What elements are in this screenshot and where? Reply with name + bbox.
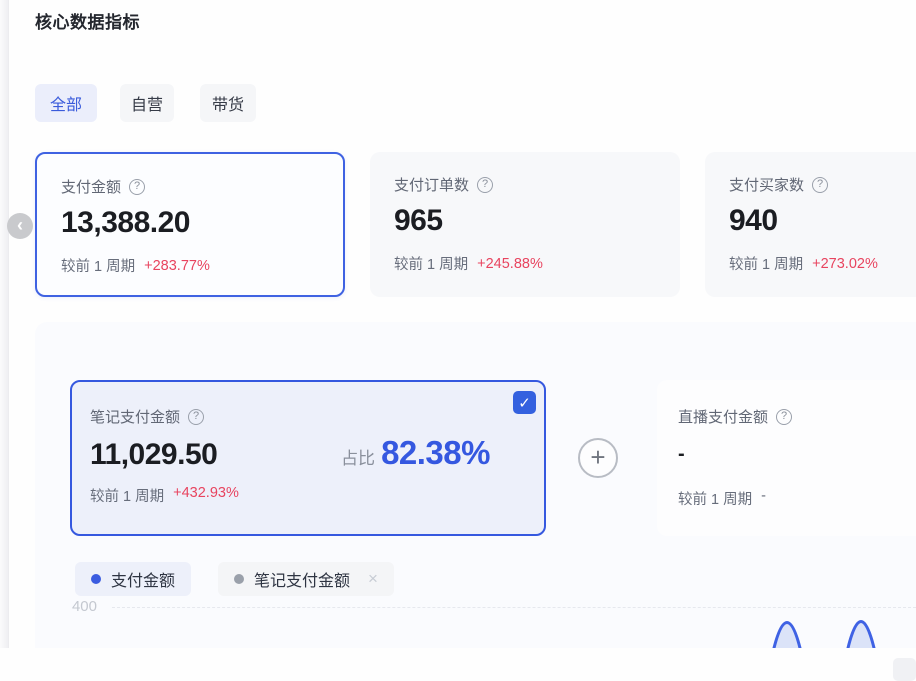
trend-line-chart: [740, 612, 916, 648]
legend-item-note-payment[interactable]: 笔记支付金额 ×: [218, 562, 394, 596]
compare-label: 较前 1 周期: [729, 253, 803, 274]
compare-label: 较前 1 周期: [394, 253, 468, 274]
subcard-note-payment[interactable]: ✓ 笔记支付金额 ? 11,029.50 占比 82.38% 较前 1 周期 +…: [70, 380, 546, 536]
help-icon[interactable]: ?: [776, 409, 792, 425]
compare-label: 较前 1 周期: [678, 488, 752, 509]
metric-card-order-count[interactable]: 支付订单数 ? 965 较前 1 周期 +245.88%: [370, 152, 680, 297]
share-group: 占比 82.38%: [341, 434, 524, 472]
help-icon[interactable]: ?: [129, 179, 145, 195]
legend-dot-icon: [234, 574, 244, 584]
metric-label: 支付买家数: [729, 174, 804, 195]
metric-label: 笔记支付金额: [90, 406, 180, 427]
legend-label: 支付金额: [111, 567, 175, 591]
share-value: 82.38%: [381, 434, 490, 472]
metric-value: 13,388.20: [61, 206, 319, 240]
compare-label: 较前 1 周期: [90, 485, 164, 506]
share-label: 占比: [341, 444, 375, 469]
core-metrics-dashboard: 核心数据指标 全部 自营 带货 支付金额 ? 13,388.20 较前 1 周期…: [0, 0, 916, 681]
chart-gridline: [112, 607, 916, 608]
chevron-left-icon: ‹: [17, 216, 23, 234]
legend-item-payment-amount[interactable]: 支付金额: [75, 562, 191, 596]
metric-label: 支付订单数: [394, 174, 469, 195]
metric-value: 965: [394, 204, 656, 238]
metric-label: 支付金额: [61, 176, 121, 197]
trend-panel: ✓ 笔记支付金额 ? 11,029.50 占比 82.38% 较前 1 周期 +…: [35, 322, 916, 648]
tab-goods[interactable]: 带货: [200, 84, 256, 122]
close-icon[interactable]: ×: [368, 569, 378, 589]
legend-label: 笔记支付金额: [254, 567, 350, 591]
add-metric-button[interactable]: +: [578, 438, 618, 478]
change-value: +432.93%: [173, 485, 239, 506]
change-value: +273.02%: [812, 256, 878, 272]
subcard-live-payment[interactable]: 直播支付金额 ? - 较前 1 周期 -: [657, 380, 916, 536]
change-value: -: [761, 488, 766, 509]
check-icon: ✓: [518, 394, 531, 412]
y-axis-tick: 400: [55, 598, 97, 615]
page-title: 核心数据指标: [35, 8, 140, 33]
help-icon[interactable]: ?: [477, 177, 493, 193]
tab-all[interactable]: 全部: [35, 84, 97, 122]
metric-card-payment-amount[interactable]: 支付金额 ? 13,388.20 较前 1 周期 +283.77%: [35, 152, 345, 297]
metric-card-buyer-count[interactable]: 支付买家数 ? 940 较前 1 周期 +273.02%: [705, 152, 916, 297]
tab-self-operated[interactable]: 自营: [120, 84, 174, 122]
checkbox-checked-icon[interactable]: ✓: [513, 391, 536, 414]
help-icon[interactable]: ?: [812, 177, 828, 193]
plus-icon: +: [590, 444, 605, 470]
scroll-left-button[interactable]: ‹: [7, 213, 33, 239]
scroll-corner[interactable]: [893, 658, 916, 681]
metric-label: 直播支付金额: [678, 406, 768, 427]
left-panel-edge: [0, 0, 9, 648]
metric-value: -: [678, 443, 916, 466]
legend-dot-icon: [91, 574, 101, 584]
metric-value: 940: [729, 204, 916, 238]
change-value: +245.88%: [477, 256, 543, 272]
change-value: +283.77%: [144, 258, 210, 274]
metric-value: 11,029.50: [90, 438, 217, 472]
compare-label: 较前 1 周期: [61, 255, 135, 276]
help-icon[interactable]: ?: [188, 409, 204, 425]
